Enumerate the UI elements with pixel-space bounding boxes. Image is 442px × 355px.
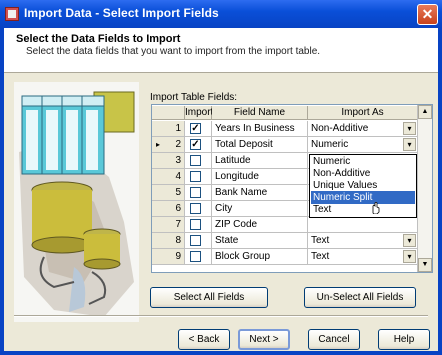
table-row[interactable]: 1 ✓ Years In Business Non-Additive ▾ (152, 121, 420, 137)
dropdown-arrow-icon[interactable]: ▾ (403, 138, 416, 151)
field-name-cell: Latitude (212, 153, 308, 169)
row-number: 4 (175, 171, 181, 182)
import-cell: ✓ (185, 121, 212, 137)
row-header[interactable]: 1 (152, 121, 185, 137)
import-cell (185, 153, 212, 169)
import-checkbox[interactable]: ✓ (190, 139, 201, 150)
dropdown-arrow-icon[interactable]: ▾ (403, 250, 416, 263)
import-checkbox[interactable] (190, 235, 201, 246)
import-cell: ✓ (185, 137, 212, 153)
row-header[interactable]: 6 (152, 201, 185, 217)
table-row[interactable]: 9 Block Group Text ▾ (152, 249, 420, 265)
row-number: 6 (175, 203, 181, 214)
import-as-value: Text (311, 235, 330, 246)
title-bar[interactable]: Import Data - Select Import Fields ✕ (0, 0, 442, 28)
import-cell (185, 233, 212, 249)
back-button[interactable]: < Back (178, 329, 230, 350)
close-button[interactable]: ✕ (417, 4, 438, 25)
table-row[interactable]: 8 State Text ▾ (152, 233, 420, 249)
window-frame-right (438, 28, 442, 355)
row-number: 9 (175, 251, 181, 262)
scroll-down-button[interactable]: ▼ (418, 258, 432, 272)
field-name-cell: Longitude (212, 169, 308, 185)
dropdown-arrow-icon[interactable]: ▾ (403, 122, 416, 135)
mouse-cursor-icon (372, 202, 380, 214)
field-name-cell: ZIP Code (212, 217, 308, 233)
field-name-cell: Block Group (212, 249, 308, 265)
cancel-button[interactable]: Cancel (308, 329, 360, 350)
row-header[interactable]: 8 (152, 233, 185, 249)
import-checkbox[interactable] (190, 187, 201, 198)
field-name-cell: Total Deposit (212, 137, 308, 153)
window-frame-bottom (0, 351, 442, 355)
help-button[interactable]: Help (378, 329, 430, 350)
import-as-value: Numeric (311, 139, 349, 150)
footer-separator (14, 315, 428, 317)
header-subtitle: Select the data fields that you want to … (26, 46, 321, 57)
scroll-up-button[interactable]: ▲ (418, 105, 432, 119)
row-header[interactable]: ▸ 2 (152, 137, 185, 153)
import-checkbox[interactable] (190, 251, 201, 262)
unselect-all-fields-button[interactable]: Un-Select All Fields (304, 287, 416, 308)
import-cell (185, 249, 212, 265)
column-field-name[interactable]: Field Name (212, 106, 308, 120)
row-header[interactable]: 7 (152, 217, 185, 233)
dropdown-arrow-icon[interactable]: ▾ (403, 234, 416, 247)
import-cell (185, 217, 212, 233)
row-header[interactable]: 3 (152, 153, 185, 169)
field-name-cell: Years In Business (212, 121, 308, 137)
import-as-value: Non-Additive (311, 123, 369, 134)
next-button[interactable]: Next > (238, 329, 290, 350)
row-header[interactable]: 9 (152, 249, 185, 265)
column-import-as[interactable]: Import As (308, 106, 418, 120)
field-name-cell: State (212, 233, 308, 249)
grid-label: Import Table Fields: (150, 92, 238, 103)
import-cell (185, 185, 212, 201)
import-cell (185, 169, 212, 185)
field-name-cell: City (212, 201, 308, 217)
import-checkbox[interactable] (190, 171, 201, 182)
table-row[interactable]: 7 ZIP Code (152, 217, 420, 233)
import-checkbox[interactable] (190, 219, 201, 230)
window-title: Import Data - Select Import Fields (24, 6, 219, 20)
table-row[interactable]: ▸ 2 ✓ Total Deposit Numeric ▾ (152, 137, 420, 153)
import-as-value: Text (311, 251, 330, 262)
grid-scrollbar[interactable]: ▲ ▼ (417, 105, 432, 272)
select-all-fields-button[interactable]: Select All Fields (150, 287, 268, 308)
row-header[interactable]: 4 (152, 169, 185, 185)
import-checkbox[interactable]: ✓ (190, 123, 201, 134)
row-header[interactable]: 5 (152, 185, 185, 201)
import-as-cell[interactable] (308, 217, 418, 233)
wizard-header: Select the Data Fields to Import Select … (4, 28, 438, 73)
import-checkbox[interactable] (190, 203, 201, 214)
dropdown-option[interactable]: Text (311, 203, 415, 216)
import-as-cell[interactable]: Text ▾ (308, 233, 418, 249)
database-table-icon (14, 82, 139, 322)
import-cell (185, 201, 212, 217)
import-as-cell[interactable]: Text ▾ (308, 249, 418, 265)
row-number: 7 (175, 219, 181, 230)
import-as-dropdown-list[interactable]: Numeric Non-Additive Unique Values Numeric … (309, 154, 417, 218)
app-icon (5, 7, 19, 21)
import-as-cell[interactable]: Numeric ▾ (308, 137, 418, 153)
row-number: 1 (175, 123, 181, 134)
header-title: Select the Data Fields to Import (16, 33, 181, 45)
import-as-cell[interactable]: Non-Additive ▾ (308, 121, 418, 137)
window-frame-left (0, 28, 4, 355)
field-name-cell: Bank Name (212, 185, 308, 201)
row-number: 2 (175, 139, 181, 150)
row-number: 5 (175, 187, 181, 198)
grid-corner (152, 106, 185, 120)
row-number: 8 (175, 235, 181, 246)
column-import[interactable]: Import (185, 106, 213, 120)
row-number: 3 (175, 155, 181, 166)
current-row-marker-icon: ▸ (156, 140, 161, 149)
import-checkbox[interactable] (190, 155, 201, 166)
